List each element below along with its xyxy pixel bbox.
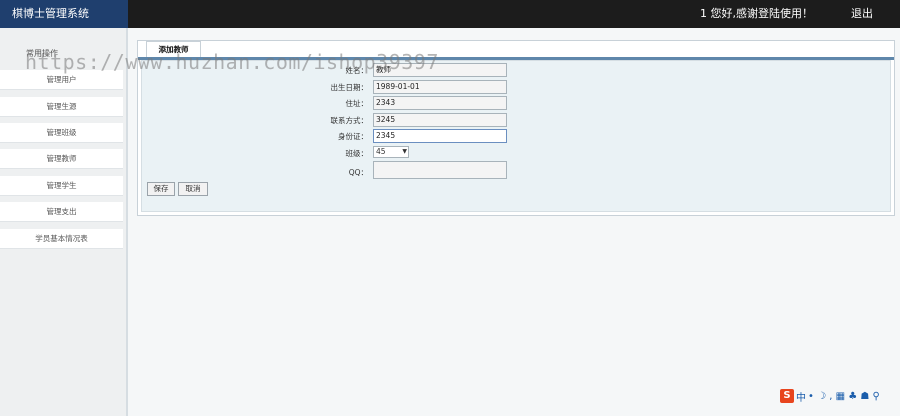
logout-link[interactable]: 退出 xyxy=(851,0,873,28)
welcome-text: 1 您好,感谢登陆使用！ xyxy=(700,7,813,20)
save-button[interactable]: 保存 xyxy=(147,182,175,196)
class-select-value: 45 xyxy=(376,147,386,156)
ime-mode-label[interactable]: 中 xyxy=(796,389,806,404)
class-label: 班级： xyxy=(345,149,369,158)
sidebar-item-student-report[interactable]: 学员基本情况表 xyxy=(0,229,123,249)
sogou-logo-icon[interactable]: S xyxy=(780,389,794,403)
idcard-input[interactable]: 2345 xyxy=(373,129,507,143)
ime-toolbar[interactable]: S 中 • ☽ , ▦ ♣ ☗ ⚲ xyxy=(780,388,880,404)
top-bar: 棋博士管理系统 1 您好,感谢登陆使用！ 退出 xyxy=(0,0,900,28)
sidebar: 常用操作 管理用户 管理生源 管理班级 管理教师 管理学生 管理支出 学员基本情… xyxy=(0,28,128,416)
qq-input[interactable] xyxy=(373,161,507,179)
phone-label: 联系方式： xyxy=(330,116,369,125)
sidebar-item-manage-sources[interactable]: 管理生源 xyxy=(0,97,123,117)
phone-input[interactable]: 3245 xyxy=(373,113,507,127)
birthdate-label: 出生日期： xyxy=(330,83,369,92)
address-input[interactable]: 2343 xyxy=(373,96,507,110)
sidebar-item-manage-expenses[interactable]: 管理支出 xyxy=(0,202,123,222)
qq-label: QQ： xyxy=(348,168,368,177)
teacher-form: 姓名： 教师 出生日期： 1989-01-01 住址： 2343 联系方式： 3… xyxy=(141,60,891,212)
ime-tools-icons[interactable]: • ☽ , ▦ ♣ ☗ ⚲ xyxy=(808,391,880,402)
chevron-down-icon[interactable]: ▼ xyxy=(402,147,407,157)
birthdate-input[interactable]: 1989-01-01 xyxy=(373,80,507,94)
sidebar-item-manage-teachers[interactable]: 管理教师 xyxy=(0,149,123,169)
cancel-button[interactable]: 取消 xyxy=(178,182,208,196)
address-label: 住址： xyxy=(345,99,369,108)
sidebar-item-manage-classes[interactable]: 管理班级 xyxy=(0,123,123,143)
sidebar-item-manage-students[interactable]: 管理学生 xyxy=(0,176,123,196)
class-select[interactable]: 45 ▼ xyxy=(373,146,409,158)
app-title: 棋博士管理系统 xyxy=(0,0,128,28)
idcard-label: 身份证： xyxy=(338,132,368,141)
watermark-text: https://www.huzhan.com/ishop39397 xyxy=(25,50,439,74)
